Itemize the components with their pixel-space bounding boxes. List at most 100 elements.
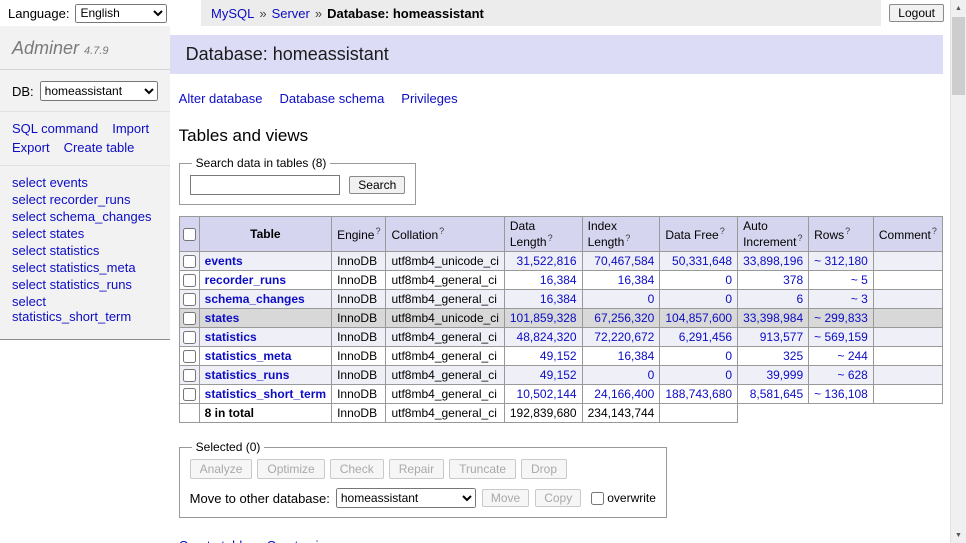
create-view-link[interactable]: Create view (267, 538, 336, 543)
data-free-link[interactable]: 6,291,456 (679, 330, 732, 344)
table-select-link[interactable]: select states (12, 226, 84, 241)
data-free-link[interactable]: 104,857,600 (665, 311, 732, 325)
column-help-link[interactable]: ? (720, 226, 725, 236)
database-schema-link[interactable]: Database schema (280, 91, 385, 106)
scrollbar-thumb[interactable] (952, 17, 965, 95)
rows-count-link[interactable]: ~ 628 (837, 368, 867, 382)
data-free-link[interactable]: 0 (725, 292, 732, 306)
data-length-link[interactable]: 49,152 (540, 349, 577, 363)
index-length-link[interactable]: 67,256,320 (594, 311, 654, 325)
table-name-link[interactable]: states (205, 311, 240, 325)
index-length-link[interactable]: 0 (648, 292, 655, 306)
select-all-checkbox[interactable] (183, 228, 196, 241)
column-help-link[interactable]: ? (625, 233, 630, 243)
sidebar-command-link[interactable]: Import (112, 121, 149, 136)
data-free-link[interactable]: 0 (725, 349, 732, 363)
overwrite-checkbox[interactable] (591, 492, 604, 505)
rows-count-link[interactable]: ~ 312,180 (814, 254, 868, 268)
repair-button[interactable]: Repair (389, 459, 444, 479)
optimize-button[interactable]: Optimize (257, 459, 324, 479)
search-button[interactable]: Search (349, 176, 405, 194)
auto-increment-link[interactable]: 325 (783, 349, 803, 363)
breadcrumb-link-server[interactable]: Server (272, 6, 310, 21)
table-select-link[interactable]: select statistics (12, 243, 99, 258)
table-name-link[interactable]: statistics_meta (205, 349, 292, 363)
table-select-link[interactable]: select events (12, 175, 88, 190)
column-help-link[interactable]: ? (375, 226, 380, 236)
check-button[interactable]: Check (330, 459, 384, 479)
auto-increment-link[interactable]: 378 (783, 273, 803, 287)
column-help-link[interactable]: ? (548, 233, 553, 243)
data-length-link[interactable]: 10,502,144 (517, 387, 577, 401)
data-length-link[interactable]: 31,522,816 (517, 254, 577, 268)
rows-count-link[interactable]: ~ 3 (851, 292, 868, 306)
auto-increment-link[interactable]: 33,898,196 (743, 254, 803, 268)
index-length-link[interactable]: 0 (648, 368, 655, 382)
data-length-link[interactable]: 49,152 (540, 368, 577, 382)
index-length-link[interactable]: 70,467,584 (594, 254, 654, 268)
index-length-link[interactable]: 72,220,672 (594, 330, 654, 344)
row-checkbox[interactable] (183, 293, 196, 306)
column-help-link[interactable]: ? (439, 226, 444, 236)
sidebar-command-link[interactable]: Export (12, 140, 50, 155)
table-select-link[interactable]: select recorder_runs (12, 192, 131, 207)
auto-increment-link[interactable]: 6 (796, 292, 803, 306)
table-name-link[interactable]: statistics_short_term (205, 387, 326, 401)
sidebar-command-link[interactable]: SQL command (12, 121, 98, 136)
language-select[interactable]: English (75, 4, 167, 23)
table-name-link[interactable]: schema_changes (205, 292, 305, 306)
auto-increment-link[interactable]: 913,577 (760, 330, 803, 344)
search-input[interactable] (190, 175, 340, 195)
table-name-link[interactable]: statistics_runs (205, 368, 290, 382)
data-length-link[interactable]: 16,384 (540, 292, 577, 306)
column-help-link[interactable]: ? (845, 226, 850, 236)
create-table-link[interactable]: Create table (179, 538, 250, 543)
auto-increment-link[interactable]: 39,999 (766, 368, 803, 382)
rows-count-link[interactable]: ~ 5 (851, 273, 868, 287)
table-name-link[interactable]: recorder_runs (205, 273, 286, 287)
index-length-link[interactable]: 16,384 (618, 349, 655, 363)
auto-increment-link[interactable]: 33,398,984 (743, 311, 803, 325)
logout-button[interactable]: Logout (889, 4, 944, 22)
row-checkbox[interactable] (183, 274, 196, 287)
data-free-link[interactable]: 0 (725, 368, 732, 382)
move-db-select[interactable]: homeassistant (336, 488, 476, 508)
rows-count-link[interactable]: ~ 299,833 (814, 311, 868, 325)
table-name-link[interactable]: events (205, 254, 243, 268)
data-length-link[interactable]: 48,824,320 (517, 330, 577, 344)
sidebar-command-link[interactable]: Create table (64, 140, 135, 155)
privileges-link[interactable]: Privileges (401, 91, 457, 106)
row-checkbox[interactable] (183, 255, 196, 268)
auto-increment-link[interactable]: 8,581,645 (750, 387, 803, 401)
analyze-button[interactable]: Analyze (190, 459, 253, 479)
index-length-link[interactable]: 24,166,400 (594, 387, 654, 401)
rows-count-link[interactable]: ~ 244 (837, 349, 867, 363)
column-help-link[interactable]: ? (797, 233, 802, 243)
data-free-link[interactable]: 50,331,648 (672, 254, 732, 268)
rows-count-link[interactable]: ~ 136,108 (814, 387, 868, 401)
drop-button[interactable]: Drop (521, 459, 567, 479)
data-free-link[interactable]: 0 (725, 273, 732, 287)
index-length-link[interactable]: 16,384 (618, 273, 655, 287)
row-checkbox[interactable] (183, 312, 196, 325)
move-button[interactable]: Move (482, 489, 529, 507)
rows-count-link[interactable]: ~ 569,159 (814, 330, 868, 344)
scroll-up-icon[interactable]: ▲ (951, 0, 966, 16)
breadcrumb-link-mysql[interactable]: MySQL (211, 6, 254, 21)
column-help-link[interactable]: ? (932, 226, 937, 236)
data-length-link[interactable]: 16,384 (540, 273, 577, 287)
table-select-link[interactable]: select schema_changes (12, 209, 151, 224)
row-checkbox[interactable] (183, 350, 196, 363)
copy-button[interactable]: Copy (535, 489, 581, 507)
table-select-link[interactable]: select statistics_meta (12, 260, 136, 275)
table-select-link[interactable]: select statistics_runs (12, 277, 132, 292)
scroll-down-icon[interactable]: ▼ (951, 527, 966, 543)
vertical-scrollbar[interactable]: ▲ ▼ (950, 0, 966, 543)
table-name-link[interactable]: statistics (205, 330, 257, 344)
data-length-link[interactable]: 101,859,328 (510, 311, 577, 325)
db-select[interactable]: homeassistant (40, 81, 158, 101)
truncate-button[interactable]: Truncate (449, 459, 516, 479)
data-free-link[interactable]: 188,743,680 (665, 387, 732, 401)
row-checkbox[interactable] (183, 388, 196, 401)
row-checkbox[interactable] (183, 369, 196, 382)
